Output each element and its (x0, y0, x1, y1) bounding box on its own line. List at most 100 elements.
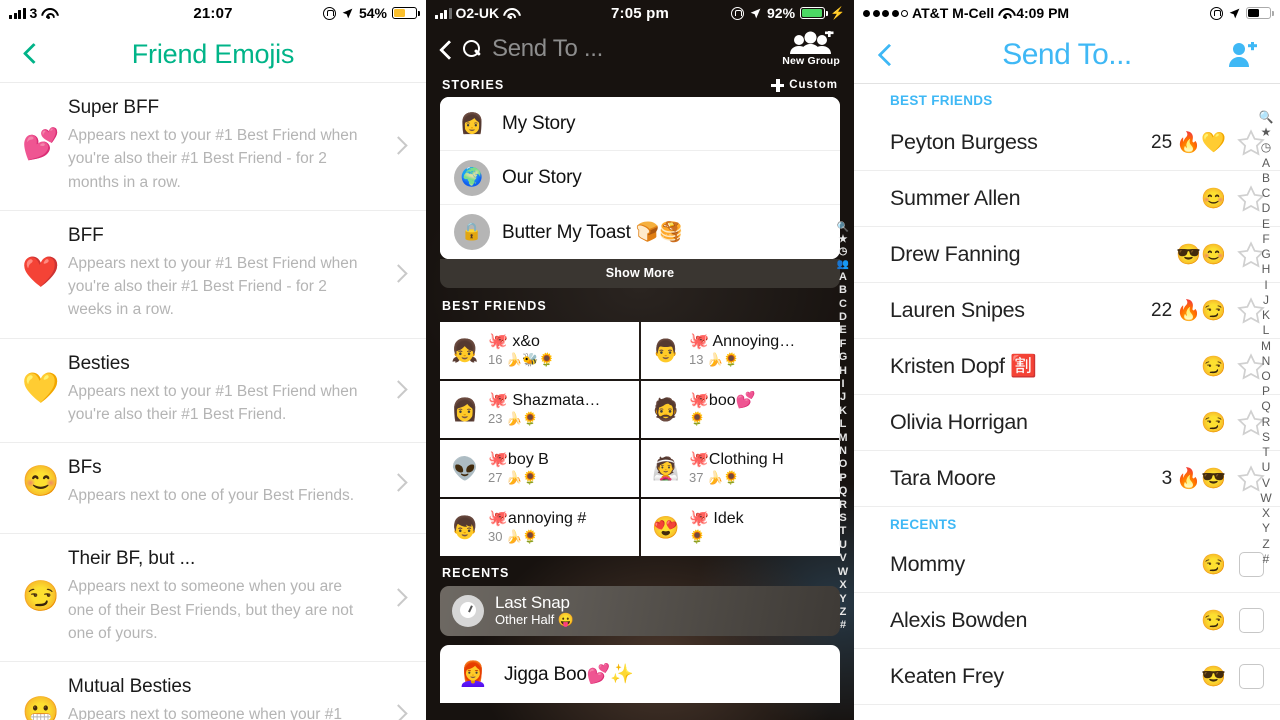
rail-letter[interactable]: G (1261, 247, 1270, 262)
table-row[interactable]: Keaten Frey 😎 (854, 649, 1280, 705)
select-checkbox[interactable] (1239, 608, 1264, 633)
last-snap-row[interactable]: Last Snap Other Half 😛 (440, 586, 840, 636)
alphabet-index-rail[interactable]: 🔍 ★ ◷ 👥 AB CD EF GH IJ KL MN OP QR ST UV… (834, 222, 852, 633)
list-item[interactable]: 👰 🐙Clothing H 37 🍌🌻 (641, 440, 840, 497)
table-row[interactable]: Alexis Bowden 😏 (854, 593, 1280, 649)
rail-letter[interactable]: J (840, 391, 846, 404)
list-item[interactable]: 😬 Mutual Besties Appears next to someone… (0, 662, 426, 720)
rail-letter[interactable]: F (840, 338, 847, 351)
rail-letter[interactable]: Z (1262, 537, 1269, 552)
rail-letter[interactable]: T (1262, 445, 1269, 460)
rail-letter[interactable]: H (839, 365, 847, 378)
list-item[interactable]: 💛 Besties Appears next to your #1 Best F… (0, 339, 426, 443)
list-item[interactable]: 👩 🐙 Shazmata… 23 🍌🌻 (440, 381, 639, 438)
rail-letter[interactable]: W (838, 566, 848, 579)
list-item[interactable]: 👽 🐙boy B 27 🍌🌻 (440, 440, 639, 497)
custom-story-button[interactable]: Custom (771, 78, 838, 92)
list-item[interactable]: 👩 My Story (440, 97, 840, 151)
rail-letter[interactable]: A (839, 271, 847, 284)
alphabet-index-rail[interactable]: 🔍 ★ ◷ AB CD EF GH IJ KL MN OP QR ST UV W… (1256, 110, 1276, 567)
rail-letter[interactable]: T (840, 525, 847, 538)
rail-letter[interactable]: Y (839, 593, 846, 606)
rail-letter[interactable]: U (1262, 460, 1271, 475)
rail-letter[interactable]: Q (1261, 399, 1270, 414)
rail-letter[interactable]: G (839, 351, 848, 364)
rail-letter[interactable]: F (1262, 232, 1269, 247)
list-item[interactable]: 💕 Super BFF Appears next to your #1 Best… (0, 83, 426, 211)
rail-letter[interactable]: O (839, 458, 848, 471)
rail-letter[interactable]: I (1264, 278, 1267, 293)
list-item[interactable]: 👨 🐙 Annoying… 13 🍌🌻 (641, 322, 840, 379)
list-item[interactable]: 🌍 Our Story (440, 151, 840, 205)
list-item[interactable]: 👩‍🦰 Jigga Boo💕✨ (440, 645, 840, 703)
rail-letter[interactable]: J (1263, 293, 1269, 308)
back-button[interactable] (440, 39, 454, 59)
rail-letter[interactable]: A (1262, 156, 1270, 171)
rail-letter[interactable]: C (1262, 186, 1271, 201)
rail-letter[interactable]: I (841, 378, 844, 391)
rail-letter[interactable]: X (839, 579, 846, 592)
rail-letter[interactable]: R (1262, 415, 1271, 430)
table-row[interactable]: Tara Moore 3 🔥😎 (854, 451, 1280, 507)
list-item[interactable]: 😊 BFs Appears next to one of your Best F… (0, 443, 426, 535)
show-more-button[interactable]: Show More (440, 259, 840, 288)
search-icon[interactable]: 🔍 (1259, 110, 1274, 125)
rail-letter[interactable]: H (1262, 262, 1271, 277)
new-group-button[interactable]: New Group (782, 28, 846, 67)
rail-letter[interactable]: R (839, 499, 847, 512)
rail-letter[interactable]: E (839, 324, 846, 337)
rail-letter[interactable]: N (839, 445, 847, 458)
rail-letter[interactable]: # (840, 619, 846, 632)
rail-letter[interactable]: Y (1262, 521, 1270, 536)
star-icon[interactable]: ★ (1261, 125, 1272, 140)
select-checkbox[interactable] (1239, 664, 1264, 689)
rail-letter[interactable]: P (839, 472, 846, 485)
table-row[interactable]: Peyton Burgess 25 🔥💛 (854, 115, 1280, 171)
rail-letter[interactable]: # (1263, 552, 1270, 567)
add-friend-button[interactable] (1226, 40, 1258, 68)
table-row[interactable]: Mommy 😏 (854, 537, 1280, 593)
rail-letter[interactable]: K (839, 405, 847, 418)
table-row[interactable]: Olivia Horrigan 😏 (854, 395, 1280, 451)
search-icon[interactable] (463, 39, 482, 59)
rail-letter[interactable]: P (1262, 384, 1270, 399)
rail-letter[interactable]: C (839, 298, 847, 311)
rail-letter[interactable]: S (839, 512, 846, 525)
rail-letter[interactable]: E (1262, 217, 1270, 232)
clock-icon[interactable]: ◷ (1261, 140, 1271, 155)
rail-letter[interactable]: Q (839, 485, 848, 498)
search-input[interactable]: Send To ... (492, 35, 603, 63)
list-item[interactable]: 🔒 Butter My Toast 🍞🥞 (440, 205, 840, 259)
rail-letter[interactable]: D (839, 311, 847, 324)
list-item[interactable]: 👦 🐙annoying # 30 🍌🌻 (440, 499, 639, 556)
rail-letter[interactable]: B (1262, 171, 1270, 186)
rail-letter[interactable]: M (838, 432, 847, 445)
rail-letter[interactable]: N (1262, 354, 1271, 369)
table-row[interactable]: Lauren Snipes 22 🔥😏 (854, 283, 1280, 339)
rail-letter[interactable]: L (1263, 323, 1270, 338)
rail-letter[interactable]: W (1260, 491, 1271, 506)
group-icon[interactable]: 👥 (837, 259, 849, 271)
rail-letter[interactable]: V (839, 552, 846, 565)
rail-letter[interactable]: O (1261, 369, 1270, 384)
rail-letter[interactable]: M (1261, 339, 1271, 354)
star-icon[interactable]: ★ (839, 234, 848, 246)
rail-letter[interactable]: D (1262, 201, 1271, 216)
clock-icon[interactable]: ◷ (839, 246, 848, 258)
rail-letter[interactable]: K (1262, 308, 1270, 323)
rail-letter[interactable]: S (1262, 430, 1270, 445)
list-item[interactable]: 😍 🐙 Idek 🌻 (641, 499, 840, 556)
table-row[interactable]: Summer Allen 😊 (854, 171, 1280, 227)
list-item[interactable]: ❤️ BFF Appears next to your #1 Best Frie… (0, 211, 426, 339)
rail-letter[interactable]: B (839, 284, 847, 297)
rail-letter[interactable]: V (1262, 476, 1270, 491)
list-item[interactable]: 😏 Their BF, but ... Appears next to some… (0, 534, 426, 662)
table-row[interactable]: Drew Fanning 😎😊 (854, 227, 1280, 283)
search-icon[interactable]: 🔍 (837, 222, 849, 234)
rail-letter[interactable]: X (1262, 506, 1270, 521)
rail-letter[interactable]: Z (840, 606, 847, 619)
table-row[interactable]: Kristen Dopf 🈹 😏 (854, 339, 1280, 395)
list-item[interactable]: 👧 🐙 x&o 16 🍌🐝🌻 (440, 322, 639, 379)
rail-letter[interactable]: L (840, 418, 847, 431)
rail-letter[interactable]: U (839, 539, 847, 552)
